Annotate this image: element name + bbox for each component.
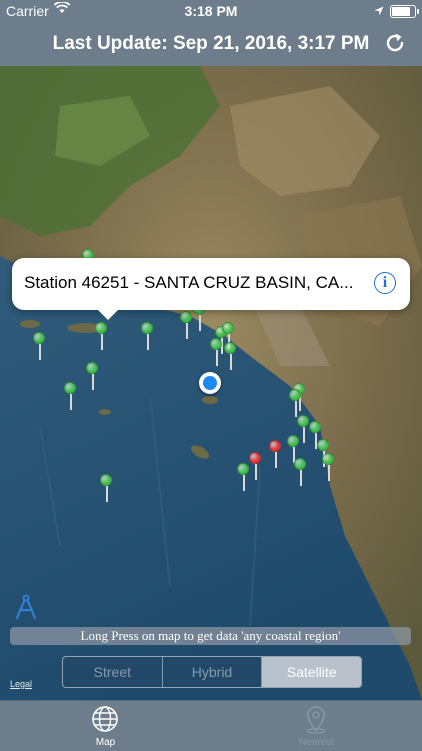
location-pin-icon xyxy=(301,704,331,734)
globe-icon xyxy=(90,704,120,734)
station-pin[interactable] xyxy=(322,453,336,481)
station-pin[interactable] xyxy=(33,332,47,360)
user-location-dot xyxy=(199,372,221,394)
segment-street[interactable]: Street xyxy=(63,657,163,687)
station-pin[interactable] xyxy=(289,389,303,417)
segment-satellite[interactable]: Satellite xyxy=(262,657,361,687)
battery-fill xyxy=(392,6,410,16)
status-bar: Carrier 3:18 PM xyxy=(0,0,422,22)
compass-icon[interactable] xyxy=(14,594,38,620)
station-pin[interactable] xyxy=(180,311,194,339)
station-pin[interactable] xyxy=(210,338,224,366)
segment-hybrid[interactable]: Hybrid xyxy=(163,657,263,687)
station-pin[interactable] xyxy=(237,463,251,491)
last-update-title: Last Update: Sep 21, 2016, 3:17 PM xyxy=(52,33,370,54)
station-callout[interactable]: Station 46251 - SANTA CRUZ BASIN, CA... … xyxy=(12,258,410,320)
station-pin[interactable] xyxy=(86,362,100,390)
station-callout-label: Station 46251 - SANTA CRUZ BASIN, CA... xyxy=(24,273,354,292)
info-icon[interactable]: i xyxy=(374,272,396,294)
tab-nearest-label: Nearest xyxy=(298,737,334,748)
map-view[interactable]: Station 46251 - SANTA CRUZ BASIN, CA... … xyxy=(0,66,422,700)
status-time: 3:18 PM xyxy=(184,3,238,19)
map-type-control[interactable]: Street Hybrid Satellite xyxy=(62,656,362,688)
station-pin[interactable] xyxy=(64,382,78,410)
tab-map[interactable]: Map xyxy=(0,701,211,751)
tab-nearest[interactable]: Nearest xyxy=(211,701,422,751)
station-pin[interactable] xyxy=(141,322,155,350)
station-pin-alert[interactable] xyxy=(249,452,263,480)
station-pin[interactable] xyxy=(100,474,114,502)
nav-header: Last Update: Sep 21, 2016, 3:17 PM xyxy=(0,22,422,66)
refresh-icon[interactable] xyxy=(382,30,408,56)
long-press-hint: Long Press on map to get data 'any coast… xyxy=(10,627,411,645)
station-pin[interactable] xyxy=(294,458,308,486)
station-pin-alert[interactable] xyxy=(269,440,283,468)
station-pin[interactable] xyxy=(224,342,238,370)
location-arrow-icon xyxy=(374,3,384,19)
station-pin[interactable] xyxy=(95,322,109,350)
tab-bar: Map Nearest xyxy=(0,700,422,751)
battery-icon xyxy=(390,4,419,18)
tab-map-label: Map xyxy=(95,737,116,748)
legal-link[interactable]: Legal xyxy=(10,679,32,689)
